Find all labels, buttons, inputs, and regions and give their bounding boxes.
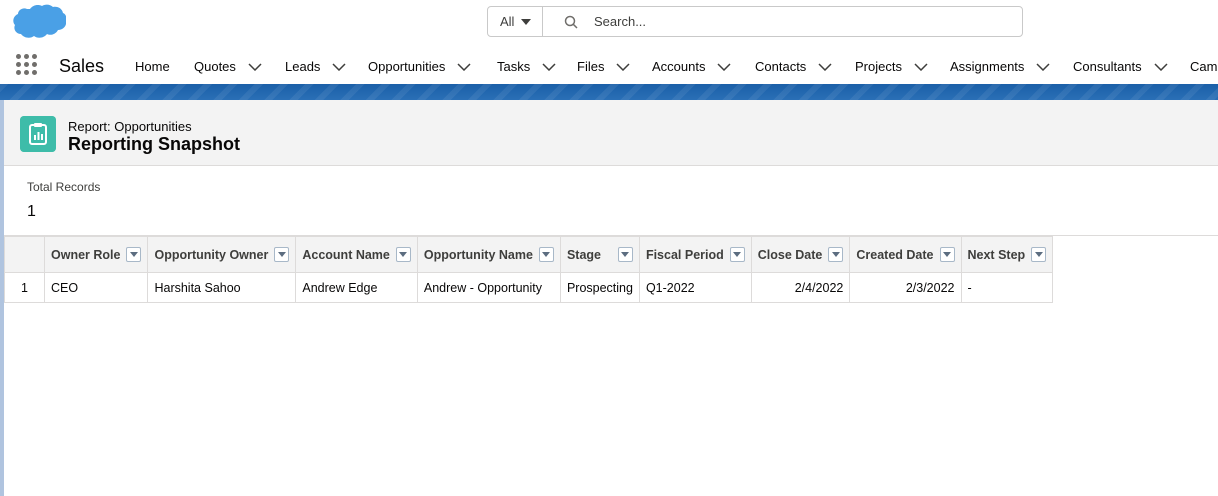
nav-item-label: Files bbox=[577, 59, 605, 74]
nav-item-label: Projects bbox=[855, 59, 902, 74]
nav-item-home[interactable]: Home bbox=[135, 59, 170, 74]
chevron-down-icon[interactable] bbox=[542, 62, 556, 71]
column-header-account-name[interactable]: Account Name bbox=[295, 236, 418, 273]
row-number-header bbox=[4, 236, 45, 273]
filter-dropdown-icon[interactable] bbox=[274, 247, 290, 262]
nav-item-label: Assignments bbox=[950, 59, 1025, 74]
report-icon bbox=[20, 116, 56, 152]
filter-dropdown-icon[interactable] bbox=[729, 247, 745, 262]
total-records-label: Total Records bbox=[27, 180, 101, 194]
nav-item-consultants[interactable]: Consultants bbox=[1073, 59, 1168, 74]
chevron-down-icon[interactable] bbox=[248, 62, 262, 71]
column-label: Opportunity Name bbox=[423, 247, 533, 262]
global-header: All bbox=[0, 0, 1218, 44]
nav-item-label: Accounts bbox=[652, 59, 706, 74]
report-header: Report: Opportunities Reporting Snapshot bbox=[4, 100, 1218, 166]
report-type: Report: Opportunities bbox=[68, 119, 192, 134]
filter-dropdown-icon[interactable] bbox=[126, 247, 142, 262]
table-header-row: Owner Role Opportunity Owner Account Nam… bbox=[4, 236, 1054, 273]
nav-item-quotes[interactable]: Quotes bbox=[194, 59, 262, 74]
report-table: Owner Role Opportunity Owner Account Nam… bbox=[4, 236, 1054, 303]
app-navigation: Sales Home Quotes Leads Opportunities Ta… bbox=[0, 44, 1218, 84]
search-scope-dropdown[interactable]: All bbox=[488, 7, 543, 36]
chevron-down-icon[interactable] bbox=[616, 62, 630, 71]
column-label: Account Name bbox=[302, 247, 390, 262]
nav-item-label: Home bbox=[135, 59, 170, 74]
total-records-value: 1 bbox=[27, 203, 36, 220]
column-header-opportunity-name[interactable]: Opportunity Name bbox=[416, 236, 561, 273]
nav-item-campaigns[interactable]: Camp bbox=[1190, 59, 1218, 74]
report-title: Reporting Snapshot bbox=[68, 134, 240, 154]
brand-banner bbox=[0, 84, 1218, 100]
filter-dropdown-icon[interactable] bbox=[1031, 247, 1047, 262]
column-label: Stage bbox=[566, 247, 601, 262]
cell-opportunity-owner-link[interactable]: Harshita Sahoo bbox=[147, 272, 297, 303]
chevron-down-icon[interactable] bbox=[914, 62, 928, 71]
report-card: Report: Opportunities Reporting Snapshot… bbox=[4, 100, 1218, 496]
cell-next-step: - bbox=[960, 272, 1054, 303]
app-name: Sales bbox=[59, 56, 105, 76]
chevron-down-icon[interactable] bbox=[457, 62, 471, 71]
cell-account-name-link[interactable]: Andrew Edge bbox=[295, 272, 418, 303]
search-icon bbox=[564, 15, 578, 29]
nav-item-label: Contacts bbox=[755, 59, 807, 74]
column-label: Next Step bbox=[967, 247, 1026, 262]
nav-item-accounts[interactable]: Accounts bbox=[652, 59, 732, 74]
search-input[interactable] bbox=[594, 7, 994, 36]
chevron-down-icon[interactable] bbox=[1154, 62, 1168, 71]
nav-item-files[interactable]: Files bbox=[577, 59, 630, 74]
global-search: All bbox=[487, 6, 1023, 37]
table-row: 1 CEO Harshita Sahoo Andrew Edge Andrew … bbox=[4, 272, 1054, 303]
column-label: Fiscal Period bbox=[645, 247, 724, 262]
column-header-opportunity-owner[interactable]: Opportunity Owner bbox=[147, 236, 297, 273]
column-header-stage[interactable]: Stage bbox=[559, 236, 640, 273]
cell-stage: Prospecting bbox=[559, 272, 640, 303]
cell-close-date: 2/4/2022 bbox=[750, 272, 851, 303]
nav-item-leads[interactable]: Leads bbox=[285, 59, 346, 74]
column-label: Owner Role bbox=[51, 247, 121, 262]
chevron-down-icon[interactable] bbox=[717, 62, 732, 71]
filter-dropdown-icon[interactable] bbox=[617, 247, 633, 262]
nav-item-label: Quotes bbox=[194, 59, 236, 74]
filter-dropdown-icon[interactable] bbox=[939, 247, 955, 262]
chevron-down-icon[interactable] bbox=[332, 62, 346, 71]
column-header-owner-role[interactable]: Owner Role bbox=[43, 236, 149, 273]
salesforce-logo[interactable] bbox=[6, 3, 66, 43]
cell-fiscal-period: Q1-2022 bbox=[638, 272, 752, 303]
filter-dropdown-icon[interactable] bbox=[395, 247, 411, 262]
column-label: Close Date bbox=[757, 247, 823, 262]
cell-owner-role: CEO bbox=[43, 272, 149, 303]
search-scope-label: All bbox=[500, 14, 515, 29]
column-label: Opportunity Owner bbox=[154, 247, 269, 262]
nav-item-tasks[interactable]: Tasks bbox=[497, 59, 556, 74]
column-label: Created Date bbox=[856, 247, 934, 262]
column-header-created-date[interactable]: Created Date bbox=[849, 236, 962, 273]
column-header-fiscal-period[interactable]: Fiscal Period bbox=[638, 236, 752, 273]
nav-item-contacts[interactable]: Contacts bbox=[755, 59, 832, 74]
nav-item-label: Camp bbox=[1190, 59, 1218, 74]
column-header-next-step[interactable]: Next Step bbox=[960, 236, 1054, 273]
cell-created-date: 2/3/2022 bbox=[849, 272, 962, 303]
nav-item-label: Consultants bbox=[1073, 59, 1142, 74]
caret-down-icon bbox=[521, 18, 532, 25]
filter-dropdown-icon[interactable] bbox=[828, 247, 844, 262]
filter-dropdown-icon[interactable] bbox=[538, 247, 554, 262]
column-header-close-date[interactable]: Close Date bbox=[750, 236, 851, 273]
nav-item-projects[interactable]: Projects bbox=[855, 59, 928, 74]
nav-item-label: Leads bbox=[285, 59, 321, 74]
app-launcher-icon[interactable] bbox=[16, 54, 38, 76]
nav-item-assignments[interactable]: Assignments bbox=[950, 59, 1050, 74]
nav-item-label: Opportunities bbox=[368, 59, 446, 74]
nav-item-opportunities[interactable]: Opportunities bbox=[368, 59, 471, 74]
row-number: 1 bbox=[4, 272, 45, 303]
cell-opportunity-name-link[interactable]: Andrew - Opportunity bbox=[416, 272, 561, 303]
nav-item-label: Tasks bbox=[497, 59, 531, 74]
chevron-down-icon[interactable] bbox=[818, 62, 832, 71]
chevron-down-icon[interactable] bbox=[1036, 62, 1050, 71]
